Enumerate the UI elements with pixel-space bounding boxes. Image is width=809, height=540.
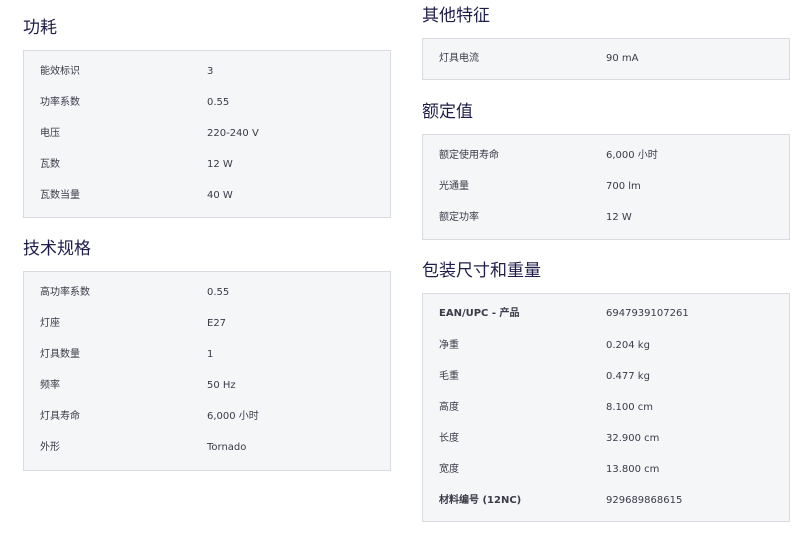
spec-label: 高功率系数 [40,287,90,298]
spec-value: E27 [207,318,227,329]
spec-label: 瓦数当量 [40,190,80,201]
spec-row: 灯座 E27 [24,314,390,334]
spec-label: 净重 [439,340,459,351]
spec-value: 0.204 kg [606,340,650,351]
other-spec-card: 灯具电流 90 mA [422,38,790,80]
spec-value: 929689868615 [606,495,683,506]
power-section-title: 功耗 [23,18,57,38]
spec-row: 宽度 13.800 cm [423,460,789,480]
spec-value: 1 [207,349,214,360]
spec-row: 灯具寿命 6,000 小时 [24,407,390,427]
spec-label: 灯具数量 [40,349,80,360]
spec-label: 灯座 [40,318,60,329]
rated-section-title: 额定值 [422,102,473,122]
power-spec-card: 能效标识 3 功率系数 0.55 电压 220-240 V 瓦数 12 W 瓦数… [23,50,391,218]
spec-row: 瓦数当量 40 W [24,186,390,206]
spec-label: 瓦数 [40,159,60,170]
spec-value: 13.800 cm [606,464,660,475]
spec-label: 长度 [439,433,459,444]
spec-value: 50 Hz [207,380,236,391]
spec-row: 功率系数 0.55 [24,93,390,113]
spec-label: 功率系数 [40,97,80,108]
spec-row: 外形 Tornado [24,438,390,458]
spec-value: 12 W [606,212,632,223]
spec-label: 毛重 [439,371,459,382]
spec-row: EAN/UPC - 产品 6947939107261 [423,304,789,324]
spec-label: 额定功率 [439,212,479,223]
spec-row: 高度 8.100 cm [423,398,789,418]
spec-row: 光通量 700 lm [423,177,789,197]
spec-value: 0.55 [207,97,230,108]
spec-label: 宽度 [439,464,459,475]
spec-value: 6,000 小时 [207,411,259,422]
spec-row: 长度 32.900 cm [423,429,789,449]
other-section-title: 其他特征 [422,6,490,26]
tech-section-title: 技术规格 [23,239,91,259]
spec-label: 频率 [40,380,60,391]
spec-label: 灯具电流 [439,53,479,64]
spec-row: 频率 50 Hz [24,376,390,396]
spec-value: 0.477 kg [606,371,650,382]
spec-value: 0.55 [207,287,230,298]
spec-row: 额定功率 12 W [423,208,789,228]
spec-value: 32.900 cm [606,433,660,444]
spec-value: 90 mA [606,53,639,64]
package-spec-card: EAN/UPC - 产品 6947939107261 净重 0.204 kg 毛… [422,293,790,522]
spec-row: 能效标识 3 [24,62,390,82]
spec-value: Tornado [207,442,247,453]
spec-label: 外形 [40,442,60,453]
spec-label: 灯具寿命 [40,411,80,422]
spec-row: 材料编号 (12NC) 929689868615 [423,491,789,511]
spec-value: 6947939107261 [606,308,689,319]
spec-label: 额定使用寿命 [439,150,499,161]
spec-value: 3 [207,66,214,77]
spec-row: 灯具电流 90 mA [423,49,789,69]
package-section-title: 包装尺寸和重量 [422,261,541,281]
tech-spec-card: 高功率系数 0.55 灯座 E27 灯具数量 1 频率 50 Hz 灯具寿命 6… [23,271,391,471]
spec-label: 电压 [40,128,60,139]
spec-row: 瓦数 12 W [24,155,390,175]
spec-label: 能效标识 [40,66,80,77]
spec-value: 40 W [207,190,233,201]
spec-row: 毛重 0.477 kg [423,367,789,387]
spec-row: 净重 0.204 kg [423,336,789,356]
spec-value: 220-240 V [207,128,259,139]
spec-value: 700 lm [606,181,641,192]
spec-row: 电压 220-240 V [24,124,390,144]
spec-label: 光通量 [439,181,469,192]
spec-value: 8.100 cm [606,402,654,413]
spec-label: 材料编号 (12NC) [439,495,522,506]
rated-spec-card: 额定使用寿命 6,000 小时 光通量 700 lm 额定功率 12 W [422,134,790,240]
spec-row: 额定使用寿命 6,000 小时 [423,146,789,166]
spec-label: EAN/UPC - 产品 [439,308,520,319]
spec-row: 灯具数量 1 [24,345,390,365]
spec-label: 高度 [439,402,459,413]
spec-value: 6,000 小时 [606,150,658,161]
spec-row: 高功率系数 0.55 [24,283,390,303]
spec-value: 12 W [207,159,233,170]
